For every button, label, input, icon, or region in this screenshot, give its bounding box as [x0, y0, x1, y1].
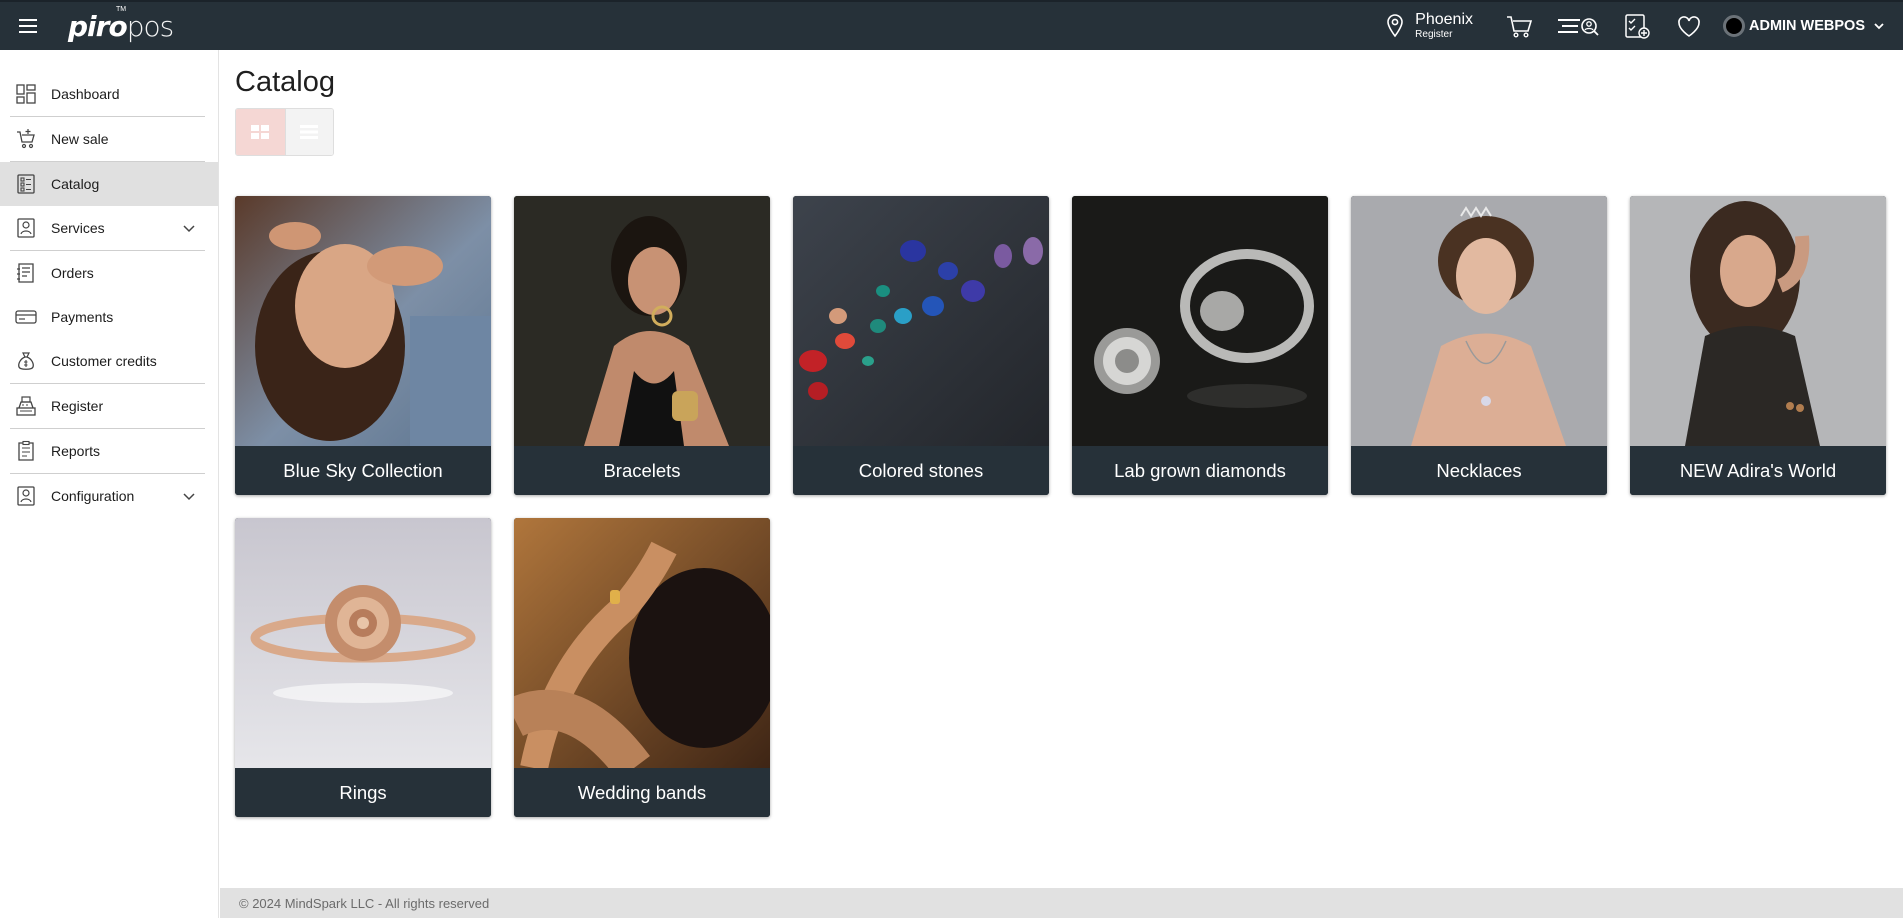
- orders-icon: [14, 261, 38, 285]
- cart-icon[interactable]: [1504, 11, 1534, 41]
- sidebar-item-label: Dashboard: [51, 86, 120, 102]
- chevron-down-icon: [1874, 23, 1884, 30]
- category-card-rings[interactable]: Rings: [235, 518, 491, 817]
- category-image: [514, 518, 770, 768]
- list-view-button[interactable]: [284, 109, 333, 155]
- grid-view-button[interactable]: [236, 109, 285, 155]
- sidebar-item-label: Catalog: [51, 176, 100, 192]
- category-image: [235, 196, 491, 446]
- sidebar-item-configuration[interactable]: Configuration: [0, 474, 218, 518]
- logo-trademark: TM: [116, 5, 127, 13]
- new-sale-cart-icon: [14, 127, 38, 151]
- sidebar-item-catalog[interactable]: Catalog: [0, 162, 218, 206]
- category-label: Blue Sky Collection: [235, 446, 491, 495]
- category-card-colored-stones[interactable]: Colored stones: [793, 196, 1049, 495]
- logo-light-text: pos: [126, 9, 174, 43]
- list-view-icon: [300, 125, 319, 139]
- chevron-down-icon[interactable]: [182, 221, 196, 235]
- piropos-logo[interactable]: piro pos TM: [68, 6, 174, 43]
- configuration-icon: [14, 484, 38, 508]
- sidebar-item-label: Payments: [51, 309, 114, 325]
- sidebar-item-orders[interactable]: Orders: [0, 251, 218, 295]
- copyright-text: © 2024 MindSpark LLC - All rights reserv…: [239, 896, 490, 911]
- user-menu[interactable]: ADMIN WEBPOS: [1723, 15, 1885, 37]
- sidebar-item-customer-credits[interactable]: Customer credits: [0, 339, 218, 383]
- category-label: Wedding bands: [514, 768, 770, 817]
- catalog-icon: [14, 172, 38, 196]
- sidebar-item-services[interactable]: Services: [0, 206, 218, 250]
- reports-icon: [14, 439, 38, 463]
- payments-card-icon: [14, 305, 38, 329]
- category-label: Necklaces: [1351, 446, 1607, 495]
- page-title: Catalog: [235, 66, 335, 98]
- category-label: Lab grown diamonds: [1072, 446, 1328, 495]
- category-card-blue-sky-collection[interactable]: Blue Sky Collection: [235, 196, 491, 495]
- sidebar-item-label: Configuration: [51, 488, 135, 504]
- category-card-new-adiras-world[interactable]: NEW Adira's World: [1630, 196, 1886, 495]
- category-label: NEW Adira's World: [1630, 446, 1886, 495]
- sidebar-item-label: Services: [51, 220, 105, 236]
- services-icon: [14, 216, 38, 240]
- sidebar-item-new-sale[interactable]: New sale: [0, 117, 218, 161]
- footer: © 2024 MindSpark LLC - All rights reserv…: [220, 888, 1903, 918]
- sidebar-item-label: Orders: [51, 265, 94, 281]
- category-image: [235, 518, 491, 768]
- category-label: Rings: [235, 768, 491, 817]
- category-image: [1630, 196, 1886, 446]
- category-label: Colored stones: [793, 446, 1049, 495]
- sidebar-item-label: Register: [51, 398, 104, 414]
- category-image: [514, 196, 770, 446]
- category-image: [793, 196, 1049, 446]
- category-card-necklaces[interactable]: Necklaces: [1351, 196, 1607, 495]
- category-card-lab-grown-diamonds[interactable]: Lab grown diamonds: [1072, 196, 1328, 495]
- logo-bold-text: piro: [68, 9, 128, 43]
- sidebar-item-label: New sale: [51, 131, 109, 147]
- sidebar-item-label: Reports: [51, 443, 101, 459]
- sidebar-item-label: Customer credits: [51, 353, 157, 369]
- customer-search-icon[interactable]: [1556, 11, 1600, 41]
- task-add-icon[interactable]: [1622, 11, 1652, 41]
- sidebar: Dashboard New sale Catalog Services Orde…: [0, 50, 219, 918]
- location-pin-icon: [1387, 14, 1403, 38]
- category-image: [1351, 196, 1607, 446]
- chevron-down-icon[interactable]: [182, 489, 196, 503]
- location-name: Phoenix: [1415, 11, 1473, 28]
- sidebar-item-reports[interactable]: Reports: [0, 429, 218, 473]
- location-selector[interactable]: Phoenix Register: [1383, 11, 1473, 41]
- user-name: ADMIN WEBPOS: [1749, 18, 1865, 34]
- main-content: Catalog Blue Sky Collection Bracelets Co…: [220, 50, 1903, 888]
- grid-view-icon: [251, 125, 270, 139]
- location-subtitle: Register: [1415, 29, 1453, 40]
- category-label: Bracelets: [514, 446, 770, 495]
- user-avatar: [1723, 15, 1745, 37]
- view-toggle: [235, 108, 334, 156]
- category-image: [1072, 196, 1328, 446]
- heart-icon[interactable]: [1674, 11, 1704, 41]
- category-card-wedding-bands[interactable]: Wedding bands: [514, 518, 770, 817]
- category-card-bracelets[interactable]: Bracelets: [514, 196, 770, 495]
- register-icon: [14, 394, 38, 418]
- top-bar: piro pos TM Phoenix Register ADMIN WEBPOS: [0, 0, 1903, 50]
- sidebar-item-payments[interactable]: Payments: [0, 295, 218, 339]
- dashboard-icon: [14, 82, 38, 106]
- sidebar-item-dashboard[interactable]: Dashboard: [0, 72, 218, 116]
- sidebar-item-register[interactable]: Register: [0, 384, 218, 428]
- money-bag-icon: [14, 349, 38, 373]
- menu-icon[interactable]: [0, 2, 56, 50]
